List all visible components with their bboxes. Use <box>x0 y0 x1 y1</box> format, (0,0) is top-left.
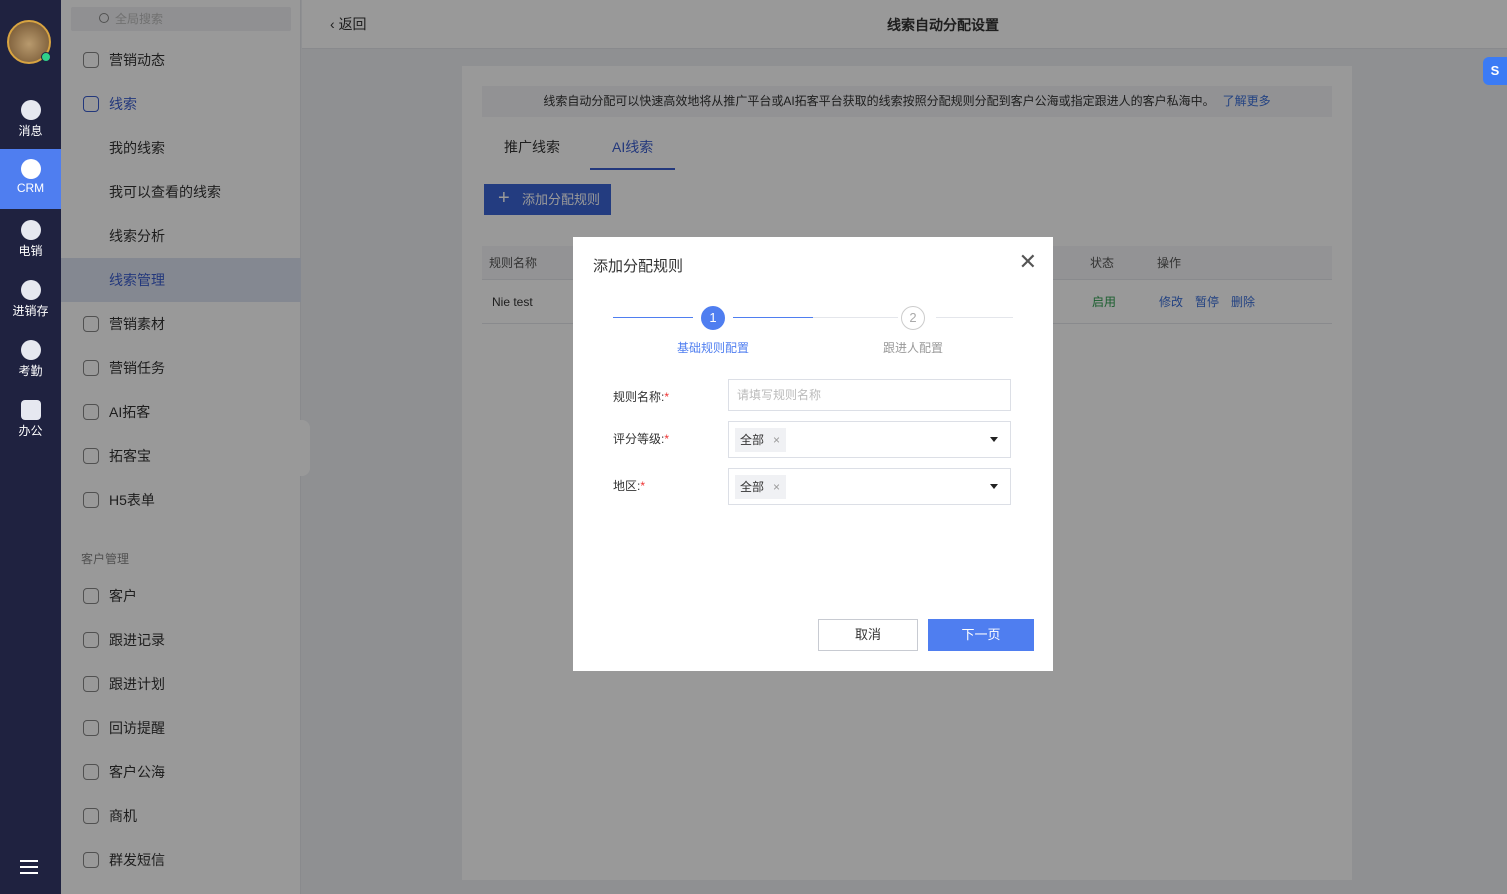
grade-select[interactable]: 全部 × <box>728 421 1011 458</box>
step-line <box>613 317 693 318</box>
caret-down-icon <box>990 437 998 446</box>
rail-label: 进销存 <box>12 304 49 318</box>
step-1-indicator: 1 <box>701 306 725 330</box>
rail-item-crm[interactable]: CRM <box>0 149 61 209</box>
rule-name-input[interactable]: 请填写规则名称 <box>728 379 1011 411</box>
region-select[interactable]: 全部 × <box>728 468 1011 505</box>
add-rule-dialog: 添加分配规则 ✕ 1 2 基础规则配置 跟进人配置 规则名称:* 请填写规则名称… <box>573 237 1053 671</box>
rail-label: 办公 <box>18 424 43 438</box>
grade-tag: 全部 × <box>735 428 787 452</box>
remove-tag-icon[interactable]: × <box>773 428 780 452</box>
grade-label: 评分等级:* <box>613 432 670 446</box>
step-2-indicator: 2 <box>901 306 925 330</box>
next-button[interactable]: 下一页 <box>928 619 1034 651</box>
step-2-label: 跟进人配置 <box>883 341 944 355</box>
rail-label: 消息 <box>18 124 43 138</box>
menu-icon[interactable] <box>20 860 38 874</box>
floating-service-icon[interactable]: S <box>1483 57 1507 85</box>
online-status-icon <box>41 52 51 62</box>
step-line <box>936 317 1013 318</box>
house-icon <box>20 280 41 300</box>
app-rail: 消息 CRM 电销 进销存 考勤 办公 <box>0 0 61 894</box>
rail-item-telesales[interactable]: 电销 <box>0 210 61 270</box>
step-1-label: 基础规则配置 <box>677 341 750 355</box>
chat-icon <box>20 100 41 120</box>
close-icon[interactable]: ✕ <box>1019 249 1037 275</box>
location-icon <box>20 340 41 360</box>
rail-label: 电销 <box>18 244 43 258</box>
rail-item-messages[interactable]: 消息 <box>0 90 61 150</box>
remove-tag-icon[interactable]: × <box>773 475 780 499</box>
rail-item-inventory[interactable]: 进销存 <box>0 270 61 330</box>
step-line <box>813 317 898 318</box>
step-line <box>733 317 813 318</box>
placeholder: 请填写规则名称 <box>737 388 822 402</box>
region-label: 地区:* <box>613 479 646 493</box>
caret-down-icon <box>990 484 998 493</box>
rail-label: CRM <box>16 181 45 195</box>
rule-name-label: 规则名称:* <box>613 390 670 404</box>
apps-icon <box>20 400 41 420</box>
person-icon <box>20 159 41 179</box>
rail-label: 考勤 <box>18 364 43 378</box>
rail-item-office[interactable]: 办公 <box>0 390 61 450</box>
dialog-title: 添加分配规则 <box>593 258 684 275</box>
rail-item-attendance[interactable]: 考勤 <box>0 330 61 390</box>
region-tag: 全部 × <box>735 475 787 499</box>
cancel-button[interactable]: 取消 <box>818 619 918 651</box>
phone-icon <box>20 220 41 240</box>
avatar[interactable] <box>7 20 51 64</box>
